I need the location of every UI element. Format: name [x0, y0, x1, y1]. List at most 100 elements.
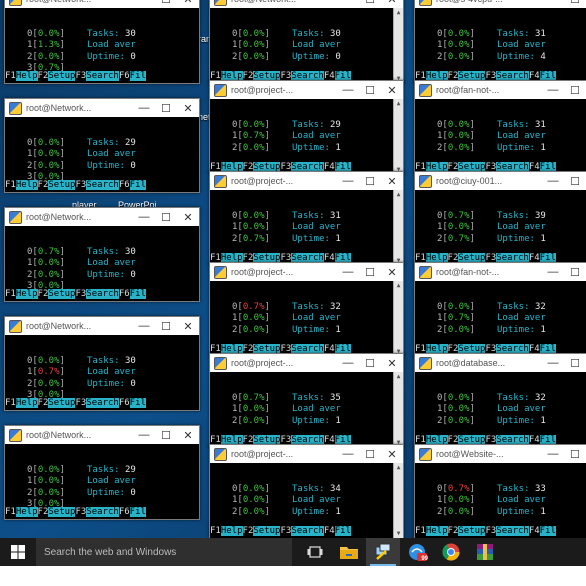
function-key[interactable]: F6 — [118, 71, 130, 81]
terminal-window[interactable]: root@project-... — ☐ ✕ 0[0.0%] Tasks: 34 … — [209, 444, 404, 539]
function-key[interactable]: F6 — [118, 398, 130, 408]
function-key-label[interactable]: Setup — [48, 398, 76, 408]
function-key-label[interactable]: Fil — [129, 289, 146, 299]
function-key-label[interactable]: Fil — [539, 526, 556, 536]
chrome-icon[interactable] — [434, 538, 468, 566]
htop-terminal[interactable]: 0[0.7%] Tasks: 30 1[0.0%] Load aver 2[0.0%… — [5, 226, 199, 301]
maximize-button[interactable]: ☐ — [359, 172, 381, 190]
htop-terminal[interactable]: 0[0.0%] Tasks: 29 1[0.0%] Load aver 2[0.0%… — [5, 117, 199, 192]
function-key-label[interactable]: Fil — [129, 398, 146, 408]
maximize-button[interactable]: ☐ — [564, 0, 586, 8]
htop-terminal[interactable]: 0[0.7%] Tasks: 39 1[0.0%] Load aver 2[0.7%… — [415, 190, 586, 265]
function-key[interactable]: F2 — [242, 526, 254, 536]
terminal-window[interactable]: root@fan-not-... — ☐ ✕ 0[0.0%]Tasks: 31 … — [414, 80, 586, 175]
function-key-label[interactable]: Search — [86, 398, 119, 408]
close-button[interactable]: ✕ — [381, 263, 403, 281]
terminal-window[interactable]: root@Network... — ☐ ✕ 0[0.0%] Tasks: 29 1… — [4, 98, 200, 193]
function-key[interactable]: F6 — [118, 507, 130, 517]
maximize-button[interactable]: ☐ — [564, 354, 586, 372]
window-titlebar[interactable]: root@Network... — ☐ ✕ — [5, 208, 199, 226]
function-key[interactable]: F1 — [415, 526, 426, 536]
scrollbar[interactable]: ▲ ▼ — [393, 99, 403, 174]
terminal-window[interactable]: root@project-... — ☐ ✕ 0[0.0%] Tasks: 31 … — [209, 171, 404, 266]
scroll-up-icon[interactable]: ▲ — [394, 191, 403, 198]
htop-terminal[interactable]: 0[0.7%] Tasks: 35 1[0.0%] Load aver 2[0.0%… — [210, 372, 393, 447]
minimize-button[interactable]: — — [133, 0, 155, 8]
function-key[interactable]: F2 — [37, 289, 49, 299]
minimize-button[interactable]: — — [542, 81, 564, 99]
window-titlebar[interactable]: root@Network... — ☐ ✕ — [5, 99, 199, 117]
function-key-label[interactable]: Help — [425, 526, 448, 536]
window-titlebar[interactable]: root@database... — ☐ ✕ — [415, 354, 586, 372]
close-button[interactable]: ✕ — [381, 172, 403, 190]
window-titlebar[interactable]: root@project-... — ☐ ✕ — [210, 445, 403, 463]
minimize-button[interactable]: — — [542, 172, 564, 190]
scroll-up-icon[interactable]: ▲ — [394, 100, 403, 107]
htop-terminal[interactable]: 0[0.0%] Tasks: 32 1[0.7%] Load aver 2[0.0%… — [415, 281, 586, 356]
terminal-window[interactable]: root@project-... — ☐ ✕ 0[0.7%] Tasks: 32 … — [209, 262, 404, 357]
window-titlebar[interactable]: root@fan-not-... — ☐ ✕ — [415, 81, 586, 99]
maximize-button[interactable]: ☐ — [564, 263, 586, 281]
htop-terminal[interactable]: 0[0.0%] Tasks: 31 1[0.0%] Load aver 2[0.7%… — [210, 190, 393, 265]
function-key-label[interactable]: Help — [15, 180, 38, 190]
window-titlebar[interactable]: root@fan-not-... — ☐ ✕ — [415, 263, 586, 281]
terminal-window[interactable]: root@project-... — ☐ ✕ 0[0.0%] Tasks: 29 … — [209, 80, 404, 175]
function-key-label[interactable]: Fil — [129, 507, 146, 517]
function-key-label[interactable]: Help — [15, 398, 38, 408]
terminal-window[interactable]: root@Network... — ☐ ✕ 0[0.0%]Tasks: 30 1… — [4, 316, 200, 411]
maximize-button[interactable]: ☐ — [155, 317, 177, 335]
function-key-label[interactable]: Setup — [48, 180, 76, 190]
close-button[interactable]: ✕ — [177, 426, 199, 444]
htop-terminal[interactable]: 0[0.7%] Tasks: 32 1[0.0%] Load aver 2[0.0%… — [210, 281, 393, 356]
function-key-label[interactable]: Help — [15, 71, 38, 81]
htop-terminal[interactable]: 0[0.0%] Tasks: 32 1[0.0%] Load aver 2[0.0%… — [415, 372, 586, 447]
function-key-label[interactable]: Help — [15, 507, 38, 517]
minimize-button[interactable]: — — [133, 99, 155, 117]
htop-terminal[interactable]: 0[0.0%] Tasks: 30 1[0.7%] Load aver 2[0.0%… — [5, 335, 199, 410]
window-titlebar[interactable]: root@Network... — ☐ ✕ — [5, 317, 199, 335]
window-titlebar[interactable]: root@project-... — ☐ ✕ — [210, 354, 403, 372]
terminal-window[interactable]: root@Network... — ☐ ✕ 0[0.0%]Tasks: 30 1… — [209, 0, 404, 84]
maximize-button[interactable]: ☐ — [564, 445, 586, 463]
task-view-icon[interactable] — [298, 538, 332, 566]
terminal-window[interactable]: root@Website-... — ☐ ✕ 0[0.7%]Tasks: 33 … — [414, 444, 586, 539]
function-key[interactable]: F2 — [447, 526, 459, 536]
function-key[interactable]: F3 — [75, 71, 87, 81]
scrollbar[interactable]: ▲ ▼ — [393, 8, 403, 83]
function-key[interactable]: F1 — [5, 507, 16, 517]
function-key-label[interactable]: Setup — [48, 507, 76, 517]
scrollbar[interactable]: ▲ ▼ — [393, 281, 403, 356]
function-key-label[interactable]: Search — [86, 507, 119, 517]
maximize-button[interactable]: ☐ — [155, 426, 177, 444]
minimize-button[interactable]: — — [542, 445, 564, 463]
function-key[interactable]: F1 — [5, 180, 16, 190]
close-button[interactable]: ✕ — [177, 0, 199, 8]
scrollbar[interactable]: ▲ ▼ — [393, 463, 403, 538]
maximize-button[interactable]: ☐ — [155, 0, 177, 8]
window-titlebar[interactable]: root@Network... — ☐ ✕ — [5, 426, 199, 444]
minimize-button[interactable]: — — [337, 445, 359, 463]
function-key[interactable]: F2 — [37, 71, 49, 81]
function-key[interactable]: F3 — [75, 398, 87, 408]
terminal-window[interactable]: root@Network... — ☐ ✕ 0[0.0%] Tasks: 29 1… — [4, 425, 200, 520]
minimize-button[interactable]: — — [337, 0, 359, 8]
terminal-window[interactable]: root@Network... — ☐ ✕ 0[0.0%]Tasks: 30 1… — [4, 0, 200, 84]
maximize-button[interactable]: ☐ — [359, 445, 381, 463]
function-key-label[interactable]: Setup — [253, 526, 281, 536]
maximize-button[interactable]: ☐ — [564, 81, 586, 99]
function-key-label[interactable]: Search — [86, 180, 119, 190]
function-key[interactable]: F1 — [210, 526, 221, 536]
function-key-label[interactable]: Help — [15, 289, 38, 299]
close-button[interactable]: ✕ — [381, 0, 403, 8]
htop-terminal[interactable]: 0[0.0%] Tasks: 30 1[0.0%] Load aver 2[0.0%… — [210, 8, 393, 83]
maximize-button[interactable]: ☐ — [155, 208, 177, 226]
file-explorer-icon[interactable] — [332, 538, 366, 566]
maximize-button[interactable]: ☐ — [564, 172, 586, 190]
minimize-button[interactable]: — — [337, 81, 359, 99]
function-key[interactable]: F3 — [75, 289, 87, 299]
scrollbar[interactable]: ▲ ▼ — [393, 372, 403, 447]
function-key[interactable]: F4 — [323, 526, 335, 536]
close-button[interactable]: ✕ — [381, 81, 403, 99]
function-key[interactable]: F3 — [75, 507, 87, 517]
window-titlebar[interactable]: root@project-... — ☐ ✕ — [210, 81, 403, 99]
